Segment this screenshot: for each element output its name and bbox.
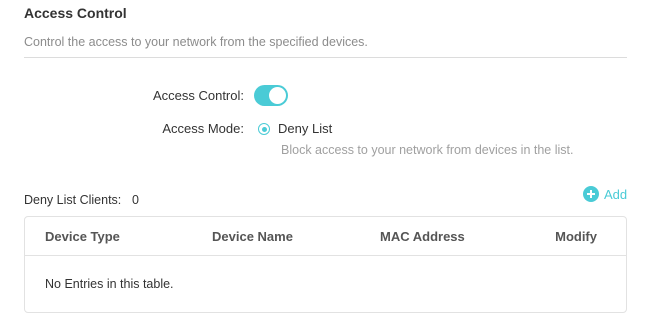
column-header-device-name[interactable]: Device Name [212, 229, 293, 244]
deny-list-clients-count: 0 [132, 193, 139, 207]
divider [24, 57, 627, 58]
access-control-toggle[interactable] [254, 85, 288, 106]
column-header-device-type[interactable]: Device Type [45, 229, 120, 244]
deny-list-table: Device Type Device Name MAC Address Modi… [24, 216, 627, 313]
section-description: Control the access to your network from … [24, 35, 368, 49]
deny-list-clients-label: Deny List Clients: [24, 193, 122, 207]
deny-list-option-label[interactable]: Deny List [278, 121, 332, 136]
column-header-mac-address[interactable]: MAC Address [380, 229, 465, 244]
add-button-label: Add [604, 186, 628, 202]
access-mode-label: Access Mode: [162, 121, 244, 136]
access-mode-description: Block access to your network from device… [281, 143, 574, 157]
column-header-modify: Modify [555, 229, 597, 244]
toggle-knob [269, 87, 286, 104]
access-control-label: Access Control: [152, 88, 244, 103]
section-title: Access Control [24, 5, 127, 21]
empty-table-message: No Entries in this table. [45, 277, 174, 291]
radio-selected-dot [261, 126, 267, 132]
table-header: Device Type Device Name MAC Address Modi… [25, 217, 626, 256]
access-control-page: Access Control Control the access to you… [0, 0, 648, 319]
add-circle-icon [583, 186, 599, 202]
deny-list-radio[interactable] [258, 123, 270, 135]
add-button[interactable]: Add [583, 186, 627, 202]
